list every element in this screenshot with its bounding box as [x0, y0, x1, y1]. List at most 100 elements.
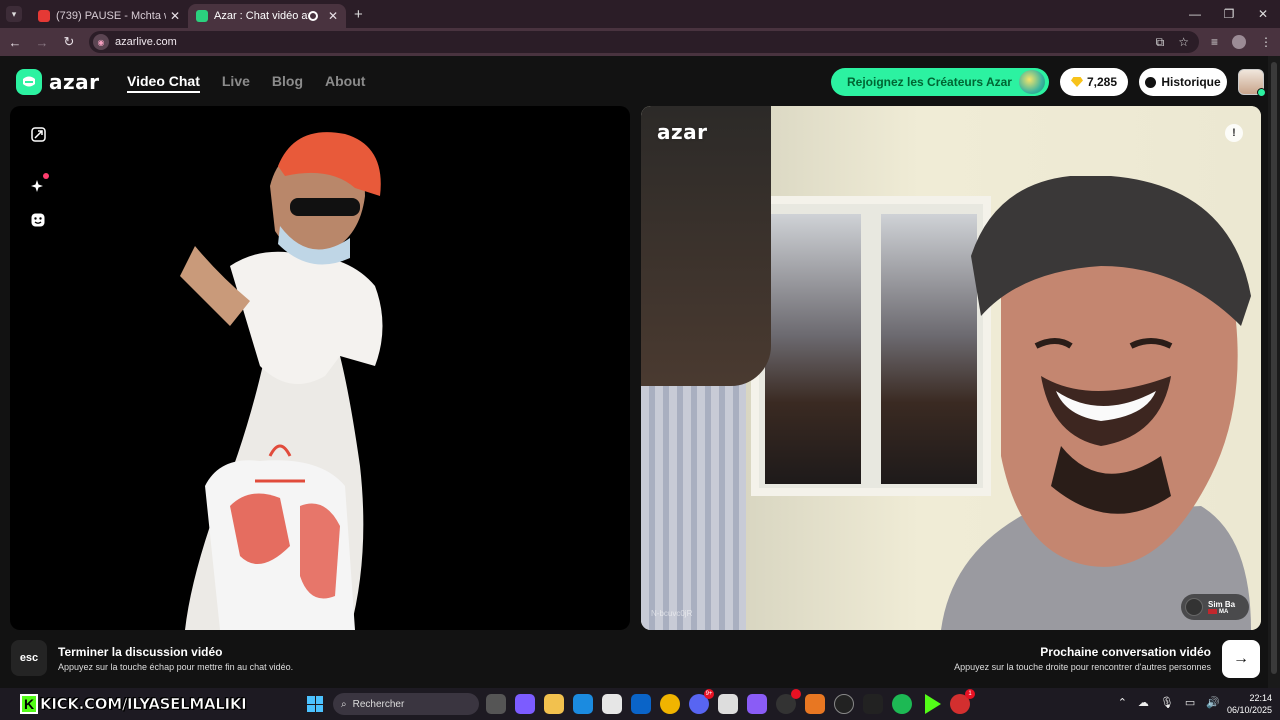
messenger-icon[interactable]: [834, 694, 854, 714]
onedrive-icon[interactable]: ☁: [1138, 696, 1149, 709]
recording-icon: [307, 11, 318, 21]
next-chat-hint: Appuyez sur la touche droite pour rencon…: [954, 662, 1211, 672]
windows-taskbar: K KICK.COM/ILYASELMALIKI ⌕ Rechercher ⌃ …: [0, 688, 1280, 720]
site-header: azar Video Chat Live Blog About Rejoigne…: [0, 56, 1268, 106]
report-icon[interactable]: !: [1225, 124, 1243, 142]
taskbar-search[interactable]: ⌕ Rechercher: [333, 693, 479, 715]
file-explorer-icon[interactable]: [544, 694, 564, 714]
reload-icon[interactable]: ↻: [57, 34, 81, 50]
windows-start-icon[interactable]: [307, 696, 323, 712]
volume-icon[interactable]: 🔊: [1206, 696, 1220, 709]
bookmark-star-icon[interactable]: ☆: [1178, 35, 1189, 50]
forward-icon[interactable]: →: [30, 35, 54, 50]
store-icon[interactable]: [602, 694, 622, 714]
remote-video: azar ! N-bcuvc0jR Sim Ba MA: [641, 106, 1261, 630]
spotify-icon[interactable]: [892, 694, 912, 714]
kick-url-text: KICK.COM/ILYASELMALIKI: [40, 695, 247, 714]
cast-icon[interactable]: ⧉: [1156, 35, 1165, 50]
edge-icon[interactable]: [573, 694, 593, 714]
gem-icon: [1070, 77, 1083, 87]
nav-live[interactable]: Live: [222, 73, 250, 93]
join-creators-label: Rejoignez les Créateurs Azar: [847, 75, 1012, 89]
mail-icon[interactable]: [718, 694, 738, 714]
clock-icon: [1145, 76, 1157, 88]
nav-blog[interactable]: Blog: [272, 73, 303, 93]
taskbar-apps: [486, 689, 975, 714]
header-actions: Rejoignez les Créateurs Azar 7,285 Histo…: [831, 68, 1266, 97]
tab-search-icon[interactable]: ▾: [6, 6, 22, 22]
copilot-icon[interactable]: [515, 694, 535, 714]
remote-user-figure: [941, 176, 1251, 630]
opera-gx-icon[interactable]: [950, 689, 975, 714]
site-info-icon[interactable]: ◉: [93, 34, 109, 50]
end-chat-hint: Appuyez sur la touche échap pour mettre …: [58, 662, 294, 672]
tab-azar[interactable]: Azar : Chat vidéo avec de n ✕: [188, 4, 346, 28]
minimize-icon[interactable]: —: [1178, 0, 1212, 28]
logo-text: azar: [49, 70, 100, 94]
restore-icon[interactable]: ❐: [1212, 0, 1246, 28]
gems-count: 7,285: [1086, 75, 1118, 89]
local-user-figure: [180, 132, 383, 630]
main-nav: Video Chat Live Blog About: [127, 73, 365, 93]
task-view-icon[interactable]: [486, 694, 506, 714]
local-video: [10, 106, 630, 630]
close-window-icon[interactable]: ✕: [1246, 0, 1280, 28]
youtube-icon: [38, 10, 50, 22]
chat-action-bar: esc Terminer la discussion vidéo Appuyez…: [0, 630, 1268, 688]
history-button[interactable]: Historique: [1139, 68, 1227, 96]
online-status-dot: [1257, 88, 1266, 97]
close-tab-icon[interactable]: ✕: [170, 9, 180, 23]
nav-video-chat[interactable]: Video Chat: [127, 73, 200, 93]
steam-icon[interactable]: [776, 689, 801, 714]
next-chat-button[interactable]: →: [1222, 640, 1260, 678]
close-tab-icon[interactable]: ✕: [328, 9, 338, 23]
next-chat-title: Prochaine conversation vidéo: [1040, 645, 1211, 659]
effects-sparkle-icon[interactable]: [30, 173, 49, 194]
back-icon[interactable]: ←: [3, 35, 27, 50]
microphone-icon[interactable]: 🎙: [1160, 696, 1174, 709]
foreground-arm: [641, 106, 771, 386]
tab-youtube[interactable]: (739) PAUSE - Mchta w Gdem ( ✕: [30, 4, 188, 28]
gems-balance-button[interactable]: 7,285: [1060, 68, 1128, 96]
game-controller-icon[interactable]: [747, 694, 767, 714]
nav-about[interactable]: About: [325, 73, 365, 93]
peer-name: Sim Ba: [1208, 599, 1236, 609]
vlc-icon[interactable]: [805, 694, 825, 714]
azar-logo[interactable]: azar: [16, 69, 100, 95]
tab-title: Azar : Chat vidéo avec de n: [214, 10, 308, 22]
peer-info-badge[interactable]: Sim Ba MA: [1181, 594, 1249, 620]
morocco-flag-icon: [1208, 609, 1217, 614]
chrome-icon[interactable]: [660, 694, 680, 714]
sticker-face-icon[interactable]: [30, 212, 46, 228]
kick-overlay-banner: K KICK.COM/ILYASELMALIKI: [20, 692, 247, 716]
tray-overflow-icon[interactable]: ⌃: [1118, 696, 1127, 709]
tab-title: (739) PAUSE - Mchta w Gdem (: [56, 10, 166, 22]
kick-app-icon[interactable]: [925, 694, 941, 714]
network-icon[interactable]: ▭: [1185, 696, 1195, 709]
end-chat-button[interactable]: esc: [11, 640, 47, 676]
url-field[interactable]: ◉ azarlive.com ⧉ ☆: [89, 31, 1199, 53]
page-scrollbar[interactable]: [1268, 56, 1280, 688]
system-tray: ⌃ ☁ 🎙 ▭ 🔊: [1118, 696, 1220, 709]
browser-tab-bar: ▾ (739) PAUSE - Mchta w Gdem ( ✕ Azar : …: [0, 0, 1280, 28]
taskbar-clock[interactable]: 22:14 06/10/2025: [1227, 692, 1272, 716]
user-avatar[interactable]: [1238, 69, 1266, 97]
date-text: 06/10/2025: [1226, 705, 1272, 715]
search-icon: ⌕: [341, 698, 347, 710]
menu-kebab-icon[interactable]: ⋮: [1260, 35, 1272, 49]
media-control-icon[interactable]: ≡: [1211, 35, 1218, 49]
azar-logo-icon: [16, 69, 42, 95]
new-tab-button[interactable]: +: [354, 6, 363, 23]
discord-icon[interactable]: [689, 689, 714, 714]
azar-watermark: azar: [657, 120, 708, 144]
pip-toggle-icon[interactable]: [30, 126, 46, 142]
join-creators-button[interactable]: Rejoignez les Créateurs Azar: [831, 68, 1049, 96]
outlook-icon[interactable]: [631, 694, 651, 714]
time-text: 22:14: [1249, 693, 1272, 703]
azar-favicon-icon: [196, 10, 208, 22]
obs-icon[interactable]: [863, 694, 883, 714]
profile-icon[interactable]: [1232, 35, 1247, 49]
history-label: Historique: [1161, 75, 1221, 89]
address-bar-row: ← → ↻ ◉ azarlive.com ⧉ ☆ ≡ ⋮: [0, 28, 1280, 56]
kick-logo-icon: K: [20, 694, 38, 714]
